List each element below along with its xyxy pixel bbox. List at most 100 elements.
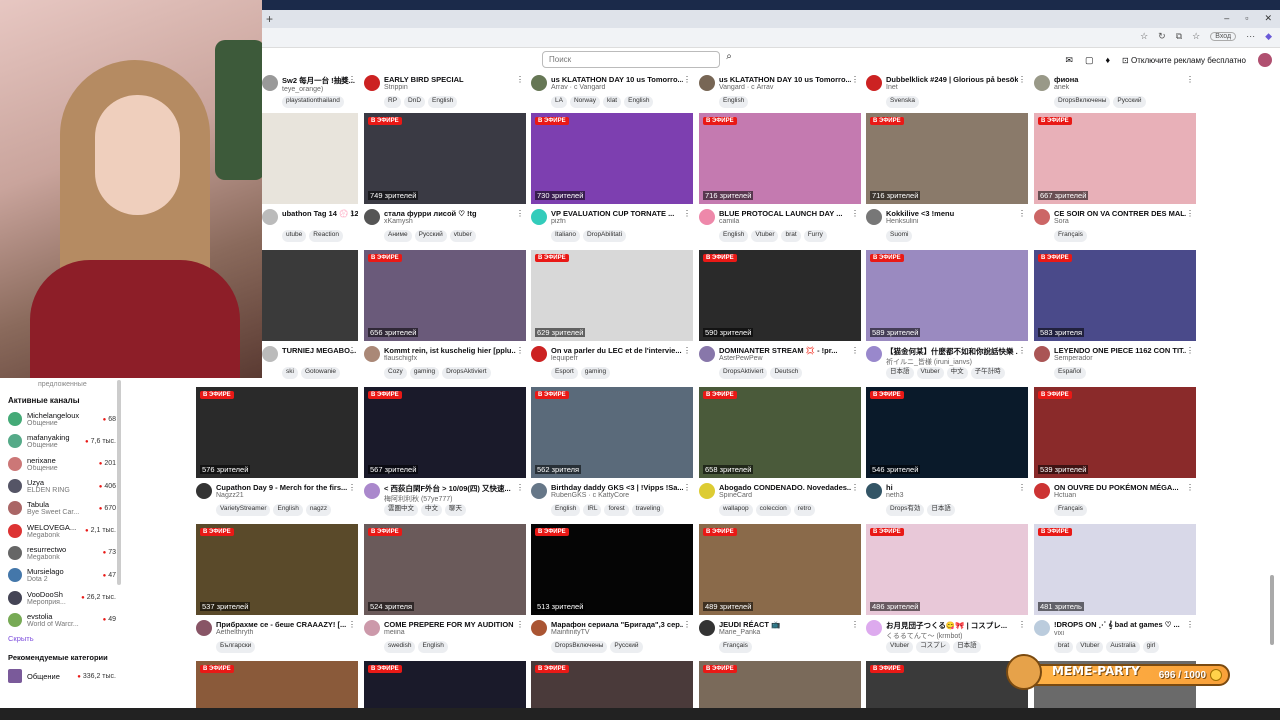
whispers-icon[interactable]: ▢ bbox=[1085, 55, 1094, 66]
stream-thumbnail[interactable]: В ЭФИРЕ bbox=[364, 661, 526, 708]
stream-title[interactable]: фиона bbox=[1054, 75, 1186, 84]
stream-title[interactable]: стала фурри лисой ♡ !tg bbox=[384, 209, 516, 218]
more-options-icon[interactable]: ⋮ bbox=[1018, 620, 1026, 629]
channel-avatar[interactable] bbox=[262, 75, 278, 91]
stream-title[interactable]: BLUE PROTOCAL LAUNCH DAY ... bbox=[719, 209, 851, 218]
channel-avatar[interactable] bbox=[866, 483, 882, 499]
channel-name[interactable]: RubenGKS · с KattyCore bbox=[551, 492, 683, 499]
stream-title[interactable]: Sw2 每月一台 !抽獎... bbox=[282, 75, 358, 86]
more-options-icon[interactable]: ⋮ bbox=[348, 75, 356, 84]
stream-tag[interactable]: Italiano bbox=[551, 230, 580, 242]
more-options-icon[interactable]: ⋮ bbox=[683, 75, 691, 84]
stream-tag[interactable]: DropsВключены bbox=[1054, 96, 1111, 108]
channel-avatar[interactable] bbox=[699, 346, 715, 362]
channel-name[interactable]: Henksulini bbox=[886, 218, 1018, 225]
more-options-icon[interactable]: ⋮ bbox=[348, 483, 356, 492]
stream-title[interactable]: TURNIEJ MEGABO... bbox=[282, 346, 358, 355]
stream-title[interactable]: On va parler du LEC et de l'intervie... bbox=[551, 346, 683, 355]
stream-tag[interactable]: utube bbox=[282, 230, 307, 242]
channel-name[interactable]: くるるてんて〜 (krmbot) bbox=[886, 631, 1018, 641]
channel-avatar[interactable] bbox=[364, 346, 380, 362]
channel-name[interactable]: Arrav · с Vangard bbox=[551, 84, 683, 91]
stream-tag[interactable]: English bbox=[719, 96, 749, 108]
more-options-icon[interactable]: ⋮ bbox=[1186, 483, 1194, 492]
channel-avatar[interactable] bbox=[1034, 75, 1050, 91]
more-options-icon[interactable]: ⋮ bbox=[1018, 346, 1026, 355]
stream-thumbnail[interactable]: В ЭФИРЕ 749 зрителей bbox=[364, 113, 526, 204]
stream-thumbnail[interactable]: В ЭФИРЕ 567 зрителей bbox=[364, 387, 526, 478]
more-options-icon[interactable]: ⋮ bbox=[851, 209, 859, 218]
stream-thumbnail[interactable]: В ЭФИРЕ bbox=[866, 661, 1028, 708]
stream-tag[interactable]: Cozy bbox=[384, 367, 407, 379]
stream-card[interactable]: В ЭФИРЕubathon Tag 14 💮 12h ...⋮utubeRea… bbox=[262, 113, 358, 242]
stream-tag[interactable]: IRL bbox=[583, 504, 602, 516]
stream-tag[interactable]: forest bbox=[604, 504, 629, 516]
stream-title[interactable]: Dubbelklick #249 | Glorious på besök bbox=[886, 75, 1018, 84]
stream-title[interactable]: !DROPS ON ⋰ 𝄞 bad at games ♡ ... bbox=[1054, 620, 1186, 630]
stream-card[interactable]: В ЭФИРЕ 656 зрителей Kommt rein, ist kusch… bbox=[364, 250, 526, 379]
stream-tag[interactable]: LA bbox=[551, 96, 567, 108]
turbo-ad-button[interactable]: ⊡ Отключите рекламу бесплатно bbox=[1122, 56, 1246, 65]
channel-avatar[interactable] bbox=[531, 620, 547, 636]
stream-card[interactable]: В ЭФИРЕ 524 зрителя COME PREPERE FOR MY AU… bbox=[364, 524, 526, 653]
more-options-icon[interactable]: ⋮ bbox=[348, 620, 356, 629]
stream-title[interactable]: us KLATATHON DAY 10 us Tomorro... bbox=[719, 75, 851, 84]
stream-tag[interactable]: Español bbox=[1054, 367, 1086, 379]
stream-tag[interactable]: brat bbox=[781, 230, 801, 242]
channel-avatar[interactable] bbox=[866, 75, 882, 91]
stream-tag[interactable]: English bbox=[624, 96, 654, 108]
stream-tag[interactable]: 聊天 bbox=[445, 504, 466, 516]
sidebar-channel-item[interactable]: resurrectwoMegabonk 73 bbox=[0, 542, 122, 564]
channel-name[interactable]: vixi bbox=[1054, 630, 1186, 637]
channel-avatar[interactable] bbox=[196, 483, 212, 499]
channel-name[interactable]: neth3 bbox=[886, 492, 1018, 499]
star-icon[interactable]: ☆ bbox=[1140, 31, 1148, 42]
stream-tag[interactable]: 中文 bbox=[946, 367, 968, 379]
stream-card[interactable]: В ЭФИРЕ 583 зрителя LEYENDO ONE PIECE 1162… bbox=[1034, 250, 1196, 379]
stream-card[interactable]: В ЭФИРЕ 567 зрителей < 西荻白閑F外台 > 10/09(四) … bbox=[364, 387, 526, 516]
more-options-icon[interactable]: ⋮ bbox=[683, 483, 691, 492]
stream-thumbnail[interactable]: В ЭФИРЕ 583 зрителя bbox=[1034, 250, 1196, 341]
channel-name[interactable]: 祈イルニ_皆様 (iruni_ianvs) bbox=[886, 357, 1018, 367]
more-options-icon[interactable]: ⋮ bbox=[1186, 75, 1194, 84]
stream-tag[interactable]: Français bbox=[1054, 230, 1087, 242]
stream-tag[interactable]: Аниме bbox=[384, 230, 412, 242]
stream-card[interactable]: EARLY BIRD SPECIAL Strippin ⋮ RP DnD English bbox=[364, 70, 526, 108]
channel-avatar[interactable] bbox=[364, 483, 380, 499]
stream-tag[interactable]: Vtuber bbox=[916, 367, 944, 379]
copilot-icon[interactable]: ◆ bbox=[1265, 31, 1272, 42]
channel-name[interactable]: camila bbox=[719, 218, 851, 225]
stream-title[interactable]: us KLATATHON DAY 10 us Tomorro... bbox=[551, 75, 683, 84]
stream-tag[interactable]: Vtuber bbox=[886, 641, 914, 653]
sidebar-channel-item[interactable]: MichelangelouxОбщение 68 bbox=[0, 408, 122, 430]
stream-tag[interactable]: RP bbox=[384, 96, 402, 108]
stream-card[interactable]: В ЭФИРЕ bbox=[699, 661, 861, 708]
stream-tag[interactable]: Русский bbox=[414, 230, 447, 242]
stream-card[interactable]: В ЭФИРЕ 537 зрителей Прибрахме се - беше C… bbox=[196, 524, 358, 653]
channel-avatar[interactable] bbox=[531, 346, 547, 362]
stream-tag[interactable]: Deutsch bbox=[770, 367, 803, 379]
stream-thumbnail[interactable]: В ЭФИРЕ 486 зрителей bbox=[866, 524, 1028, 615]
inbox-icon[interactable]: ✉ bbox=[1065, 55, 1073, 66]
channel-avatar[interactable] bbox=[866, 346, 882, 362]
channel-avatar[interactable] bbox=[699, 75, 715, 91]
stream-thumbnail[interactable]: В ЭФИРЕ 524 зрителя bbox=[364, 524, 526, 615]
stream-thumbnail[interactable]: В ЭФИРЕ 730 зрителей bbox=[531, 113, 693, 204]
stream-thumbnail[interactable]: В ЭФИРЕ 667 зрителей bbox=[1034, 113, 1196, 204]
more-options-icon[interactable]: ⋮ bbox=[516, 75, 524, 84]
more-options-icon[interactable]: ⋮ bbox=[683, 346, 691, 355]
bookmark-icon[interactable]: ☆ bbox=[1192, 31, 1200, 42]
stream-tag[interactable]: Svenska bbox=[886, 96, 919, 108]
channel-name[interactable]: anek bbox=[1054, 84, 1186, 91]
stream-thumbnail[interactable]: В ЭФИРЕ 658 зрителей bbox=[699, 387, 861, 478]
stream-title[interactable]: Kommt rein, ist kuschelig hier [pplu... bbox=[384, 346, 516, 355]
stream-card[interactable]: В ЭФИРЕ 546 зрителей hi neth3 ⋮ Drops有効 日本語 bbox=[866, 387, 1028, 516]
stream-card[interactable]: В ЭФИРЕ 716 зрителей BLUE PROTOCAL LAUNCH … bbox=[699, 113, 861, 242]
stream-tag[interactable]: gaming bbox=[409, 367, 440, 379]
stream-card[interactable]: В ЭФИРЕ bbox=[364, 661, 526, 708]
channel-avatar[interactable] bbox=[196, 620, 212, 636]
stream-tag[interactable]: playstationthailand bbox=[282, 96, 344, 108]
stream-card[interactable]: В ЭФИРЕ 716 зрителей Kokkilive <3 !menu Hen… bbox=[866, 113, 1028, 242]
sidebar-scrollbar[interactable] bbox=[117, 380, 121, 585]
channel-name[interactable]: Aethelthryth bbox=[216, 629, 348, 636]
